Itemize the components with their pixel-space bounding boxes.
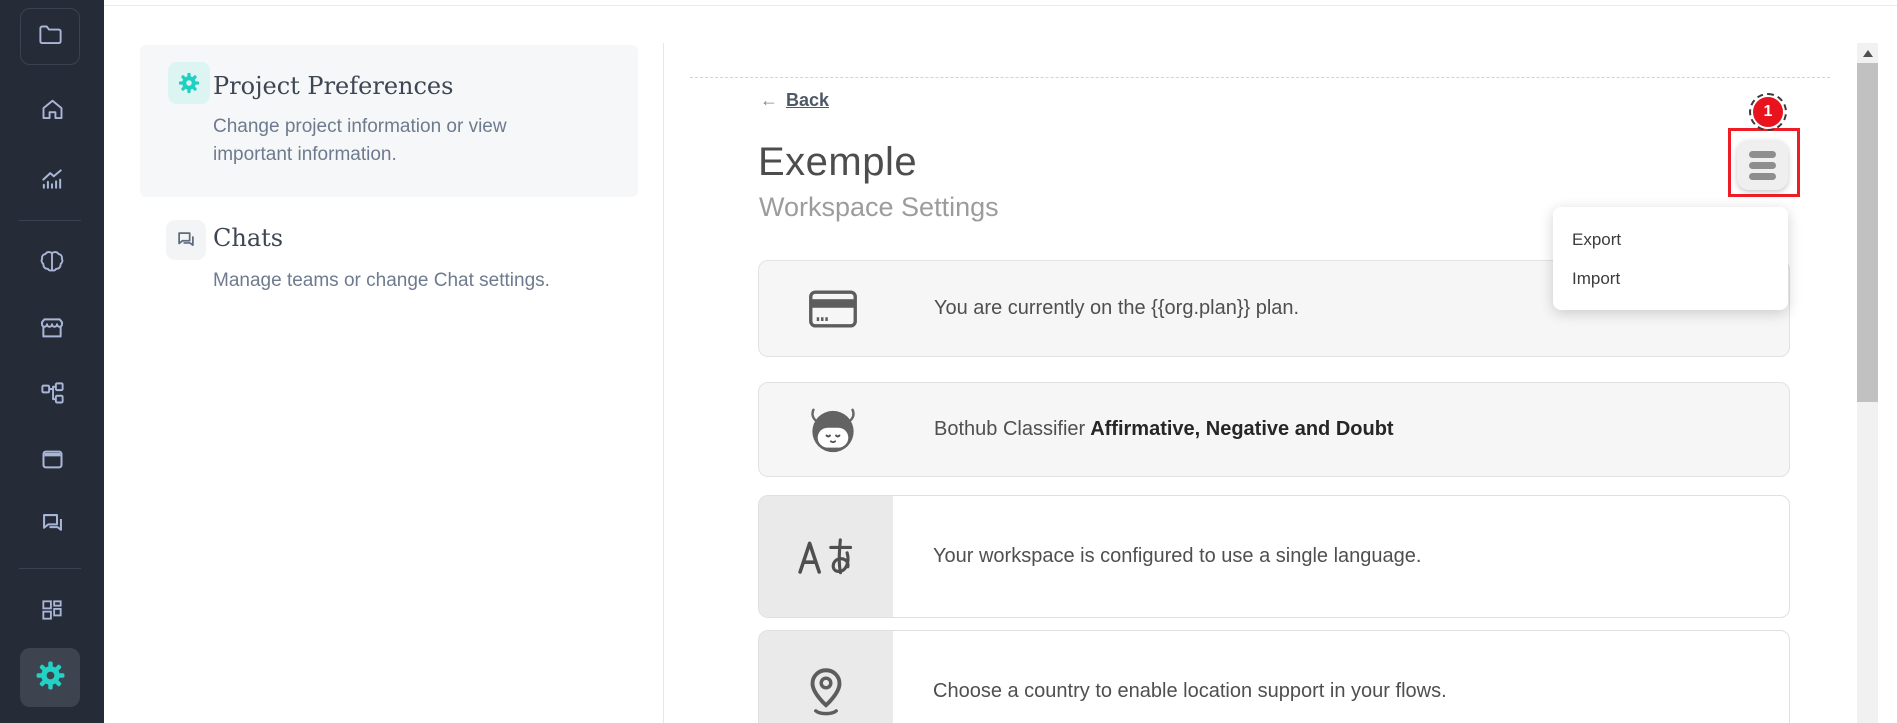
card-language[interactable]: Your workspace is configured to use a si…: [758, 495, 1790, 618]
sidebar-item-apps[interactable]: [0, 592, 104, 632]
sidebar-divider: [19, 220, 81, 221]
flows-icon: [39, 380, 66, 412]
sidebar-item-store[interactable]: [0, 310, 104, 350]
menu-item-export[interactable]: Export: [1553, 220, 1788, 259]
brain-icon: [38, 248, 66, 281]
sidebar-item-intelligence[interactable]: [0, 244, 104, 284]
translate-icon: [759, 496, 893, 617]
sidebar-item-flows[interactable]: [0, 376, 104, 416]
scrollbar-up-button[interactable]: [1857, 43, 1878, 63]
sidebar-item-chats[interactable]: [0, 506, 104, 546]
sidebar-item-settings[interactable]: [20, 648, 80, 707]
annotation-badge: 1: [1751, 95, 1785, 129]
sidebar-item-home[interactable]: [0, 92, 104, 132]
credit-card-icon: [801, 286, 865, 332]
chats-icon: [166, 220, 206, 260]
menu-item-import[interactable]: Import: [1553, 259, 1788, 298]
section-description: Manage teams or change Chat settings.: [213, 270, 633, 292]
scroll-up-arrow-icon: [1863, 50, 1873, 57]
store-icon: [38, 314, 66, 347]
card-country[interactable]: Choose a country to enable location supp…: [758, 630, 1790, 723]
back-label: Back: [786, 90, 829, 110]
section-title: Chats: [213, 224, 283, 252]
settings-nav-chats[interactable]: Chats Manage teams or change Chat settin…: [140, 212, 638, 322]
section-title: Project Preferences: [213, 72, 453, 100]
sidebar-item-studio[interactable]: [0, 442, 104, 482]
location-pin-icon: [759, 631, 893, 723]
apps-grid-icon: [39, 597, 65, 628]
card-country-text: Choose a country to enable location supp…: [933, 680, 1447, 703]
top-divider: [104, 5, 1897, 6]
home-icon: [39, 96, 66, 128]
workspace-menu-dropdown: Export Import: [1553, 207, 1788, 310]
chats-icon: [39, 510, 66, 542]
classifier-label: Bothub Classifier: [934, 418, 1085, 440]
analytics-icon: [38, 165, 66, 198]
gear-icon: [168, 62, 210, 104]
robot-icon: [801, 404, 865, 456]
panel-divider: [663, 43, 664, 723]
content-dashed-border: [690, 77, 1830, 78]
folder-icon: [37, 21, 64, 53]
back-link[interactable]: ← Back: [760, 90, 829, 111]
page-title: Exemple: [758, 140, 917, 185]
card-plan-text: You are currently on the {{org.plan}} pl…: [934, 297, 1299, 320]
window-icon: [39, 446, 66, 478]
card-language-text: Your workspace is configured to use a si…: [933, 545, 1421, 568]
scrollbar-track[interactable]: [1857, 43, 1878, 723]
gear-icon: [35, 660, 66, 696]
settings-nav-project-preferences[interactable]: Project Preferences Change project infor…: [140, 45, 638, 197]
sidebar-item-project[interactable]: [20, 8, 80, 65]
section-description: Change project information or view impor…: [213, 113, 533, 169]
workspace-menu-button[interactable]: [1737, 140, 1788, 190]
card-classifier: Bothub ClassifierAffirmative, Negative a…: [758, 382, 1790, 477]
sidebar-divider: [19, 568, 81, 569]
page-subtitle: Workspace Settings: [759, 192, 999, 223]
back-arrow-icon: ←: [760, 90, 778, 111]
workspace-settings-screen: Project Preferences Change project infor…: [0, 0, 1897, 723]
sidebar: [0, 0, 104, 723]
scrollbar-thumb[interactable]: [1857, 63, 1878, 402]
card-classifier-text: Bothub ClassifierAffirmative, Negative a…: [934, 418, 1394, 441]
sidebar-item-analytics[interactable]: [0, 161, 104, 201]
classifier-name: Affirmative, Negative and Doubt: [1090, 418, 1393, 440]
